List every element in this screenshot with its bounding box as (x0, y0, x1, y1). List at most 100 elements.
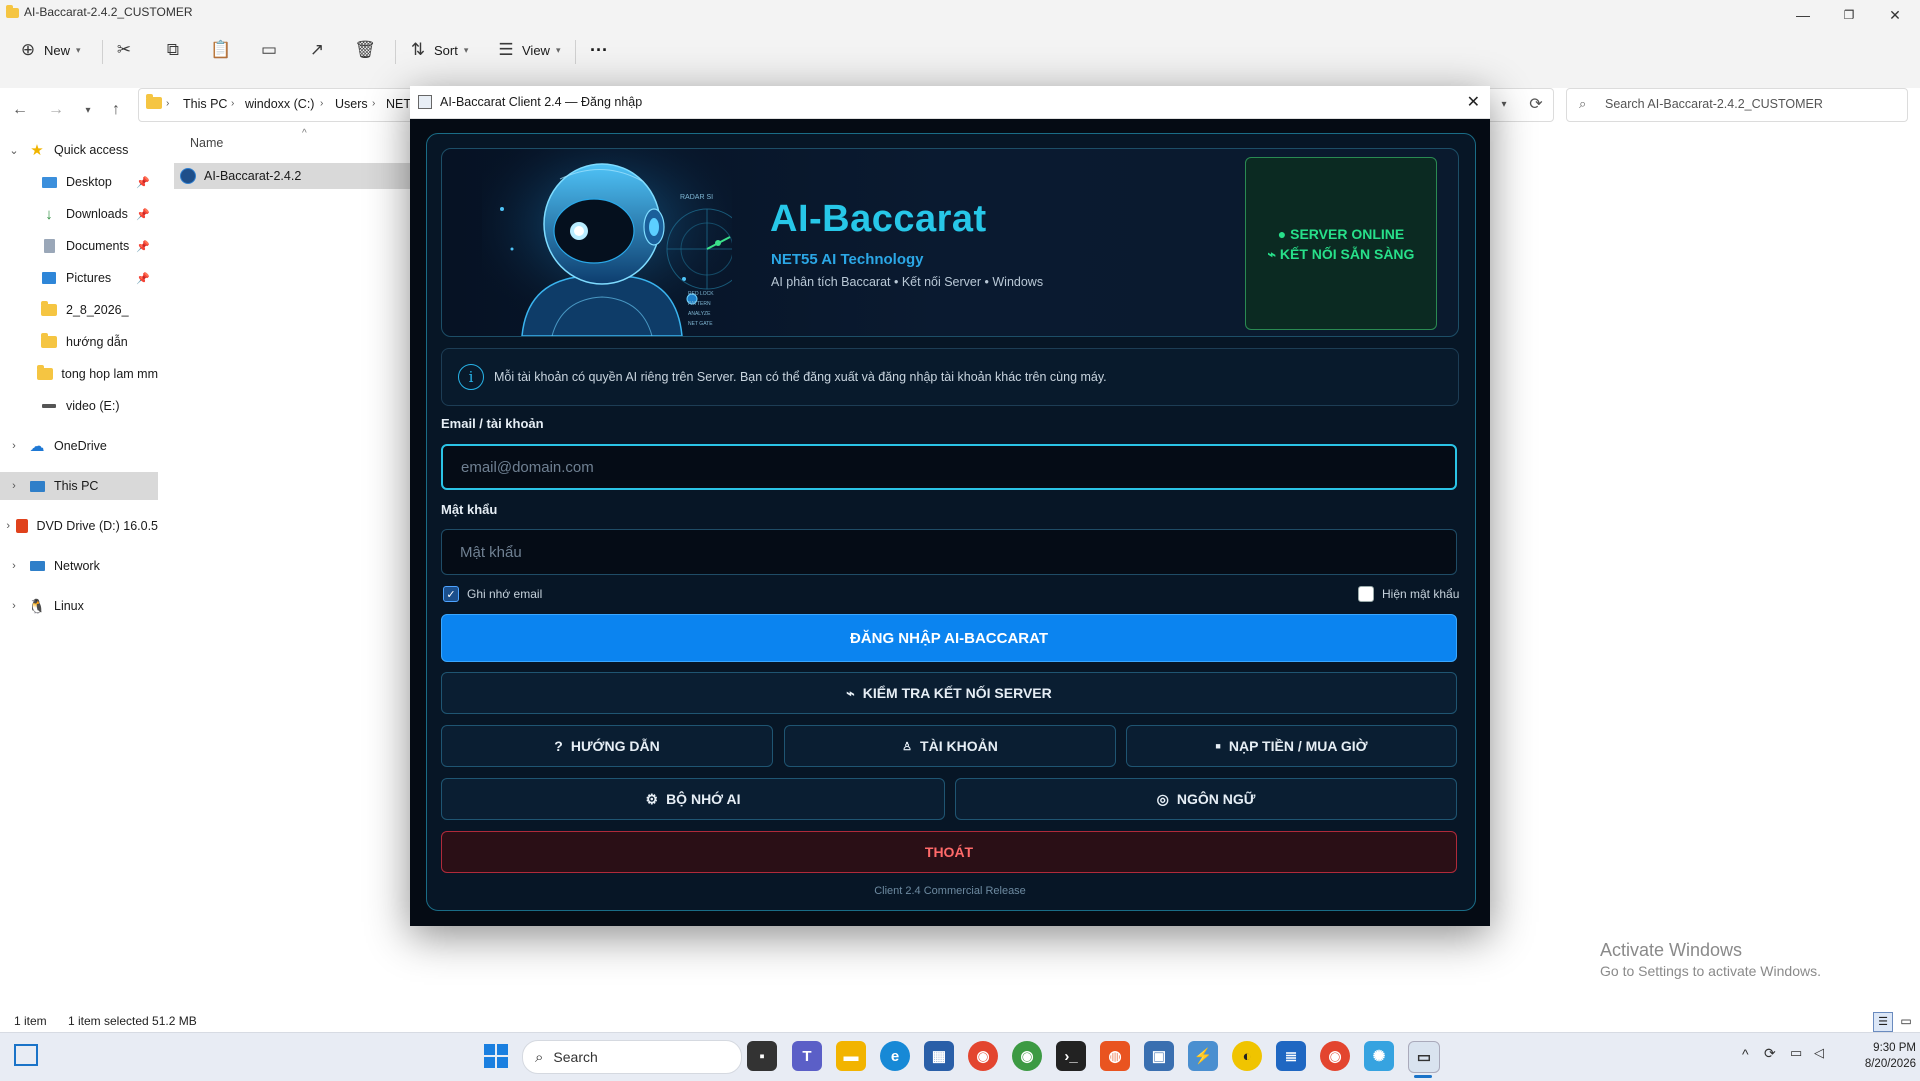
settings-app-icon[interactable]: ✺ (1364, 1041, 1394, 1071)
back-icon[interactable]: ← (6, 96, 34, 124)
rename-button[interactable]: ▭ (259, 35, 279, 65)
chevron-right-icon: › (12, 480, 16, 492)
divider (102, 40, 103, 64)
details-view-icon[interactable]: ☰ (1873, 1012, 1893, 1032)
sidebar-quick-access[interactable]: ⌄ ★ Quick access (0, 136, 158, 164)
delete-button[interactable]: 🗑 (354, 35, 376, 65)
edge-icon[interactable]: e (880, 1041, 910, 1071)
recent-chevron-icon[interactable]: ▾ (74, 96, 102, 124)
password-input[interactable] (441, 529, 1457, 575)
tiles-view-icon[interactable]: ▭ (1897, 1012, 1915, 1030)
taskbar-search[interactable]: ⌕ Search (522, 1040, 742, 1074)
remember-email-checkbox[interactable]: ✓ Ghi nhớ email (443, 586, 542, 602)
sidebar-item-onedrive[interactable]: › ☁ OneDrive (0, 432, 158, 460)
chrome-profile-icon[interactable]: ◉ (1012, 1041, 1042, 1071)
user-icon: ♙ (902, 740, 913, 753)
restore-icon[interactable]: ❐ (1826, 0, 1872, 30)
pictures-icon (40, 270, 58, 286)
sidebar-item-folder-2-8-2026[interactable]: 2_8_2026_ (0, 296, 158, 324)
brand-subtitle: NET55 AI Technology (771, 251, 924, 268)
up-icon[interactable]: ↑ (102, 96, 130, 124)
volume-icon[interactable]: ◁ (1814, 1045, 1824, 1061)
login-button[interactable]: ĐĂNG NHẬP AI-BACCARAT (441, 614, 1457, 662)
chevron-right-icon: › (12, 600, 16, 612)
notepad-icon[interactable]: ≣ (1276, 1041, 1306, 1071)
sidebar-item-network[interactable]: › Network (0, 552, 158, 580)
sidebar-item-linux[interactable]: › 🐧 Linux (0, 592, 158, 620)
teams-icon[interactable]: T (792, 1041, 822, 1071)
ai-memory-button[interactable]: ⚙ BỘ NHỚ AI (441, 778, 945, 820)
share-button[interactable]: ↗ (307, 35, 327, 65)
clock[interactable]: 9:30 PM 8/20/2026 (1840, 1040, 1916, 1072)
exit-button[interactable]: THOÁT (441, 831, 1457, 873)
refresh-icon[interactable]: ⟳ (1522, 90, 1550, 118)
sidebar-item-downloads[interactable]: ↓ Downloads 📌 (0, 200, 158, 228)
search-box[interactable]: ⌕ Search AI-Baccarat-2.4.2_CUSTOMER (1566, 88, 1908, 122)
show-password-checkbox[interactable]: Hiện mật khẩu (1358, 586, 1459, 602)
column-header-name[interactable]: Name (190, 136, 223, 150)
guide-button[interactable]: ? HƯỚNG DẪN (441, 725, 773, 767)
app-file-icon (180, 168, 196, 184)
baccarat-client-icon[interactable]: ▭ (1408, 1041, 1440, 1073)
sidebar-item-documents[interactable]: Documents 📌 (0, 232, 158, 260)
breadcrumb-users[interactable]: Users (335, 97, 368, 111)
email-input[interactable] (441, 444, 1457, 490)
view-button[interactable]: ☰ View ▾ (496, 35, 560, 65)
account-button[interactable]: ♙ TÀI KHOẢN (784, 725, 1116, 767)
terminal-icon[interactable]: ›_ (1056, 1041, 1086, 1071)
trash-icon: 🗑 (354, 40, 376, 59)
start-icon[interactable] (484, 1044, 508, 1068)
info-icon: i (458, 364, 484, 390)
topup-button[interactable]: ■ NẠP TIỀN / MUA GIỜ (1126, 725, 1457, 767)
language-button[interactable]: ◎ NGÔN NGỮ (955, 778, 1457, 820)
check-server-button[interactable]: ⌁ KIỂM TRA KẾT NỐI SERVER (441, 672, 1457, 714)
network-icon (28, 558, 46, 574)
sort-button[interactable]: ⇅ Sort ▾ (408, 35, 469, 65)
dialog-title-bar: AI-Baccarat Client 2.4 — Đăng nhập ✕ (410, 86, 1490, 119)
close-window-icon[interactable]: ✕ (1872, 0, 1918, 30)
cut-button[interactable]: ✂ (114, 35, 134, 65)
server-online-text: ● SERVER ONLINE (1277, 225, 1405, 242)
remote-desktop-icon[interactable]: ▣ (1144, 1041, 1174, 1071)
cloud-icon: ☁ (29, 438, 45, 455)
command-bar (0, 30, 1920, 92)
more-options-button[interactable]: ··· (590, 35, 608, 65)
folder-icon (40, 333, 58, 350)
dialog-close-icon[interactable]: ✕ (1467, 92, 1480, 112)
chevron-right-icon: › (320, 98, 324, 109)
paste-button[interactable]: 📋 (210, 35, 231, 65)
breadcrumb-drive[interactable]: windoxx (C:) (245, 97, 314, 111)
sidebar-item-video-drive[interactable]: video (E:) (0, 392, 158, 420)
task-view-icon[interactable]: ▪ (747, 1041, 777, 1071)
new-button[interactable]: ⊕ New ▾ (18, 35, 81, 65)
address-dropdown-icon[interactable]: ▾ (1490, 90, 1518, 118)
network-tool-icon[interactable]: ⚡ (1188, 1041, 1218, 1071)
file-explorer-icon[interactable]: ▬ (836, 1041, 866, 1071)
store-icon[interactable]: ▦ (924, 1041, 954, 1071)
sidebar-item-pictures[interactable]: Pictures 📌 (0, 264, 158, 292)
tray-chevron-icon[interactable]: ^ (1742, 1046, 1749, 1062)
sync-icon[interactable]: ⟳ (1764, 1045, 1776, 1062)
chrome-alt-icon[interactable]: ◉ (1320, 1041, 1350, 1071)
widgets-icon[interactable] (14, 1044, 38, 1066)
minimize-icon[interactable]: — (1780, 0, 1826, 30)
search-input[interactable]: Search AI-Baccarat-2.4.2_CUSTOMER (1605, 97, 1823, 111)
sidebar-item-folder-huong-dan[interactable]: hướng dẫn (0, 328, 158, 356)
copy-button[interactable]: ⧉ (163, 35, 183, 65)
pin-icon: 📌 (136, 176, 150, 189)
more-icon: ··· (590, 39, 608, 60)
file-row[interactable]: AI-Baccarat-2.4.2 (174, 163, 414, 189)
status-bar: 1 item 1 item selected 51.2 MB ☰ ▭ (0, 1010, 1920, 1032)
sidebar-item-dvd-drive[interactable]: › DVD Drive (D:) 16.0.5 (0, 512, 158, 540)
network-status-icon[interactable]: ▭ (1790, 1045, 1802, 1061)
forward-icon[interactable]: → (42, 96, 70, 124)
sidebar-item-folder-tong-hop[interactable]: tong hop lam mm (0, 360, 158, 388)
sidebar-item-desktop[interactable]: Desktop 📌 (0, 168, 158, 196)
media-app-icon[interactable]: ◐ (1232, 1041, 1262, 1071)
ubuntu-icon[interactable]: ◍ (1100, 1041, 1130, 1071)
breadcrumb-this-pc[interactable]: This PC (183, 97, 227, 111)
copy-icon: ⧉ (166, 40, 180, 59)
chrome-icon[interactable]: ◉ (968, 1041, 998, 1071)
sort-icon: ⇅ (410, 40, 426, 59)
sidebar-item-this-pc[interactable]: › This PC (0, 472, 158, 500)
